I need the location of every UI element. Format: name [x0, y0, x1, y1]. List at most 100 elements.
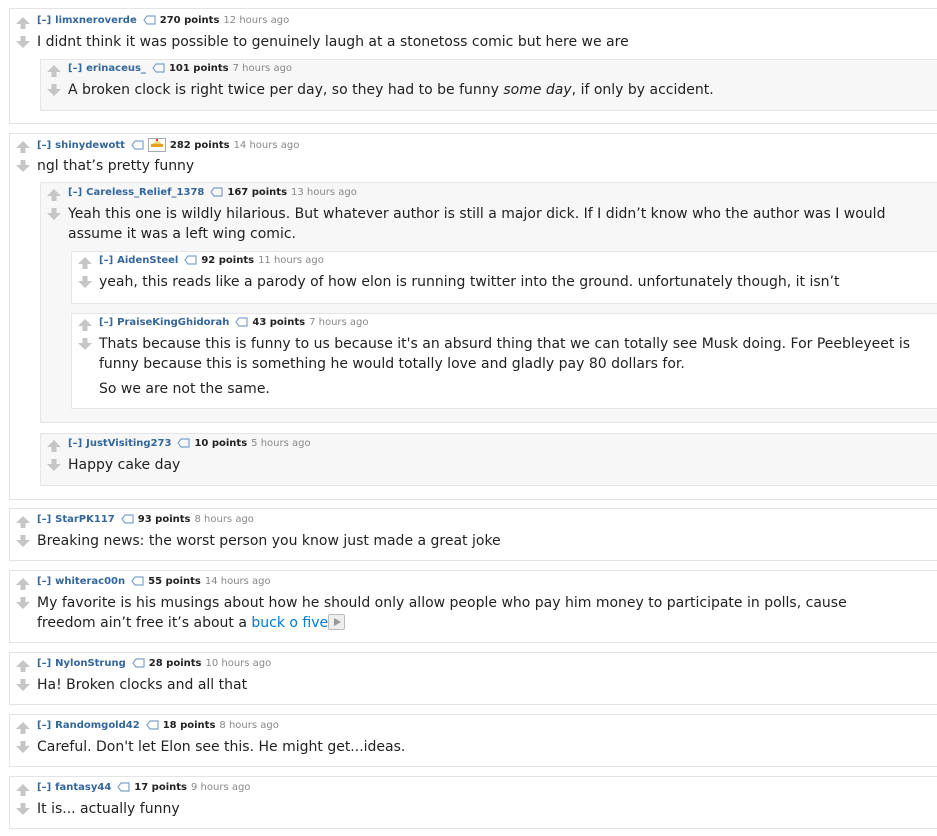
down-arrow-icon[interactable] — [15, 595, 31, 609]
author-link[interactable]: Careless_Relief_1378 — [86, 187, 204, 198]
timestamp: 10 hours ago — [205, 658, 272, 669]
tag-icon[interactable] — [184, 255, 197, 270]
comment-tagline: [–] Careless_Relief_1378 167 points 13 hour… — [68, 186, 357, 202]
score: 18 points — [162, 720, 216, 731]
timestamp: 11 hours ago — [258, 255, 324, 266]
up-arrow-icon[interactable] — [46, 63, 62, 77]
tag-icon[interactable] — [235, 317, 248, 332]
comment-tagline: [–] shinydewott 282 points 14 hours ago — [37, 138, 299, 155]
score: 270 points — [159, 15, 220, 26]
author-link[interactable]: limxneroverde — [55, 15, 137, 26]
author-link[interactable]: fantasy44 — [55, 782, 111, 793]
tag-icon[interactable] — [177, 438, 191, 453]
up-arrow-icon[interactable] — [46, 438, 62, 452]
comment-tagline: [–] NylonStrung 28 points 10 hours ago — [37, 657, 271, 673]
tag-icon[interactable] — [143, 15, 156, 30]
timestamp: 14 hours ago — [204, 576, 271, 587]
collapse-toggle[interactable]: [–] — [37, 658, 51, 669]
score: 17 points — [134, 782, 187, 793]
comment-body: ngl that’s pretty funny — [37, 158, 195, 174]
emphasis: some day — [503, 82, 572, 98]
tag-icon[interactable] — [145, 720, 159, 735]
comment-body: It is... actually funny — [37, 801, 180, 817]
timestamp: 7 hours ago — [232, 63, 293, 74]
collapse-toggle[interactable]: [–] — [37, 782, 51, 793]
timestamp: 14 hours ago — [233, 140, 300, 151]
score: 43 points — [252, 317, 306, 328]
tag-icon[interactable] — [131, 576, 144, 591]
timestamp: 8 hours ago — [194, 514, 254, 525]
comment-body: Thats because this is funny to us becaus… — [99, 336, 911, 397]
tag-icon[interactable] — [121, 514, 134, 529]
down-arrow-icon[interactable] — [15, 677, 31, 691]
author-link[interactable]: Randomgold42 — [55, 720, 140, 731]
collapse-toggle[interactable]: [–] — [68, 187, 82, 198]
up-arrow-icon[interactable] — [15, 15, 31, 29]
down-arrow-icon[interactable] — [15, 533, 31, 547]
score: 28 points — [148, 658, 202, 669]
comment-tagline: [–] limxneroverde 270 points 12 hours ago — [37, 14, 289, 30]
author-link[interactable]: StarPK117 — [55, 514, 115, 525]
timestamp: 13 hours ago — [291, 187, 357, 198]
author-link[interactable]: NylonStrung — [55, 658, 126, 669]
down-arrow-icon[interactable] — [46, 82, 62, 96]
comment-tagline: [–] StarPK117 93 points 8 hours ago — [37, 513, 254, 529]
timestamp: 9 hours ago — [191, 782, 251, 793]
up-arrow-icon[interactable] — [46, 187, 62, 201]
collapse-toggle[interactable]: [–] — [99, 317, 113, 328]
up-arrow-icon[interactable] — [77, 255, 93, 269]
down-arrow-icon[interactable] — [15, 739, 31, 753]
down-arrow-icon[interactable] — [77, 274, 93, 288]
comment-tagline: [–] PraiseKingGhidorah 43 points 7 hours ag… — [99, 316, 369, 332]
comment-tagline: [–] erinaceus_ 101 points 7 hours ago — [68, 62, 292, 78]
timestamp: 8 hours ago — [219, 720, 279, 731]
tag-icon[interactable] — [152, 63, 165, 78]
comment-tagline: [–] Randomgold42 18 points 8 hours ago — [37, 719, 279, 735]
up-arrow-icon[interactable] — [15, 576, 31, 590]
up-arrow-icon[interactable] — [77, 317, 93, 331]
author-link[interactable]: AidenSteel — [117, 255, 178, 266]
down-arrow-icon[interactable] — [15, 34, 31, 48]
collapse-toggle[interactable]: [–] — [99, 255, 113, 266]
comment-body: yeah, this reads like a parody of how el… — [99, 274, 840, 290]
comment-tagline: [–] JustVisiting273 10 points 5 hours ago — [68, 437, 311, 453]
author-link[interactable]: shinydewott — [55, 140, 125, 151]
collapse-toggle[interactable]: [–] — [68, 63, 82, 74]
collapse-toggle[interactable]: [–] — [37, 720, 51, 731]
author-link[interactable]: JustVisiting273 — [86, 438, 171, 449]
up-arrow-icon[interactable] — [15, 720, 31, 734]
comment-body: Breaking news: the worst person you know… — [37, 533, 501, 549]
tag-icon[interactable] — [210, 187, 223, 202]
down-arrow-icon[interactable] — [15, 158, 31, 172]
play-icon[interactable] — [328, 614, 346, 630]
comment-body: Careful. Don't let Elon see this. He mig… — [37, 739, 406, 755]
score: 10 points — [194, 438, 248, 449]
flair-icon — [147, 138, 166, 152]
up-arrow-icon[interactable] — [15, 658, 31, 672]
comment-body: Happy cake day — [68, 457, 181, 473]
score: 55 points — [148, 576, 201, 587]
buck-o-five-link[interactable]: buck o five — [251, 615, 328, 631]
collapse-toggle[interactable]: [–] — [37, 576, 51, 587]
author-link[interactable]: PraiseKingGhidorah — [117, 317, 229, 328]
tag-icon[interactable] — [132, 658, 145, 673]
down-arrow-icon[interactable] — [77, 336, 93, 350]
score: 93 points — [137, 514, 191, 525]
down-arrow-icon[interactable] — [46, 457, 62, 471]
down-arrow-icon[interactable] — [46, 206, 62, 220]
up-arrow-icon[interactable] — [15, 139, 31, 153]
up-arrow-icon[interactable] — [15, 514, 31, 528]
author-link[interactable]: whiterac00n — [55, 576, 125, 587]
collapse-toggle[interactable]: [–] — [37, 15, 51, 26]
comment-body: A broken clock is right twice per day, s… — [68, 82, 714, 98]
timestamp: 12 hours ago — [223, 15, 290, 26]
collapse-toggle[interactable]: [–] — [37, 514, 51, 525]
collapse-toggle[interactable]: [–] — [37, 140, 51, 151]
up-arrow-icon[interactable] — [15, 782, 31, 796]
collapse-toggle[interactable]: [–] — [68, 438, 82, 449]
timestamp: 7 hours ago — [309, 317, 369, 328]
down-arrow-icon[interactable] — [15, 801, 31, 815]
tag-icon[interactable] — [131, 140, 144, 155]
author-link[interactable]: erinaceus_ — [86, 63, 146, 74]
tag-icon[interactable] — [117, 782, 130, 797]
